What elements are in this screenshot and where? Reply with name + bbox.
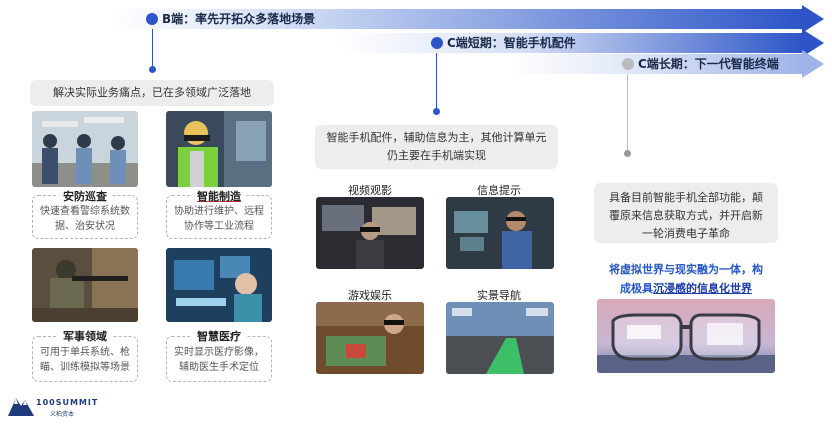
military-photo [32, 248, 138, 322]
video-viewing-title: 视频观影 [348, 184, 392, 197]
logo-sub-text: 义柏资本 [50, 411, 75, 418]
c-short-connector-line [436, 53, 437, 111]
smart-medical-photo [166, 248, 272, 322]
c-long-connector-dot-icon [624, 150, 631, 157]
c-long-arrow: C端长期：下一代智能终端 [510, 50, 824, 78]
immersive-line-1: 将虚拟世界与现实融为一体，构 [609, 263, 763, 276]
military-title: 军事领域 [58, 328, 112, 344]
c-short-callout: 智能手机配件，辅助信息为主，其他计算单元仍主要在手机端实现 [315, 125, 558, 169]
smart-manufacturing-title: 智能制造 [192, 188, 246, 204]
b-end-arrow: B端：率先开拓众多落地场景 [112, 5, 824, 33]
c-short-connector-dot-icon [433, 108, 440, 115]
c-short-label: C端短期：智能手机配件 [447, 36, 576, 50]
b-connector-line [152, 29, 153, 69]
c-long-callout: 具备目前智能手机全部功能，颠覆原来信息获取方式，并开启新一轮消费电子革命 [594, 183, 778, 243]
c-long-label: C端长期：下一代智能终端 [638, 57, 779, 71]
c-long-connector-line [627, 74, 628, 152]
ar-navigation-title: 实景导航 [477, 289, 521, 302]
logo-brand-text: 100SUMMIT [36, 398, 99, 407]
gaming-title: 游戏娱乐 [348, 289, 392, 302]
smart-glasses-photo [597, 299, 775, 373]
gaming-photo [316, 302, 424, 374]
immersive-line-2: 成极具沉浸感的信息化世界 [594, 279, 778, 298]
smart-manufacturing-photo [166, 111, 272, 187]
smart-medical-title: 智慧医疗 [192, 328, 246, 344]
c-short-arrow: C端短期：智能手机配件 [340, 29, 824, 57]
video-viewing-photo [316, 197, 424, 269]
mountain-logo-icon [8, 398, 34, 416]
info-prompt-title: 信息提示 [477, 184, 521, 197]
immersive-line-2-prefix: 成极具 [620, 282, 653, 295]
company-logo: 100SUMMIT 义柏资本 [8, 392, 97, 422]
security-patrol-title: 安防巡查 [58, 188, 112, 204]
b-end-dot-icon [146, 13, 158, 25]
immersive-line-2-strong: 沉浸感的信息化世界 [653, 282, 752, 295]
c-long-arrow-head [802, 50, 824, 78]
b-end-label: B端：率先开拓众多落地场景 [162, 12, 316, 26]
ar-navigation-photo [446, 302, 554, 374]
immersive-world-text: 将虚拟世界与现实融为一体，构 成极具沉浸感的信息化世界 [594, 260, 778, 298]
b-connector-dot-icon [149, 66, 156, 73]
c-short-dot-icon [431, 37, 443, 49]
info-prompt-photo [446, 197, 554, 269]
c-long-dot-icon [622, 58, 634, 70]
security-patrol-photo [32, 111, 138, 187]
b-callout: 解决实际业务痛点，已在多领域广泛落地 [30, 80, 274, 106]
